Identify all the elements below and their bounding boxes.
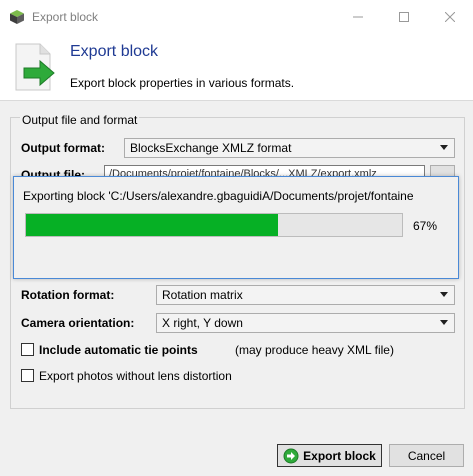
progress-dialog: Exporting block 'C:/Users/alexandre.gbag… <box>13 176 459 279</box>
dialog-title: Export block <box>70 43 159 60</box>
export-document-icon <box>15 43 55 91</box>
chevron-down-icon <box>440 292 448 297</box>
maximize-button[interactable] <box>381 0 427 34</box>
export-arrow-icon <box>283 448 299 463</box>
output-format-value: BlocksExchange XMLZ format <box>130 141 292 155</box>
app-cube-icon <box>10 10 24 24</box>
cancel-button[interactable]: Cancel <box>389 444 464 467</box>
chevron-down-icon <box>440 320 448 325</box>
photos-label: Export photos without lens distortion <box>39 369 232 383</box>
output-format-label: Output format: <box>21 141 105 155</box>
progress-message: Exporting block 'C:/Users/alexandre.gbag… <box>23 189 414 203</box>
chevron-down-icon <box>440 145 448 150</box>
minimize-button[interactable] <box>335 0 381 34</box>
rotation-format-value: Rotation matrix <box>162 288 243 302</box>
progress-percent: 67% <box>413 219 438 233</box>
tie-points-note: (may produce heavy XML file) <box>235 343 394 357</box>
title-bar: Export block <box>0 0 473 34</box>
window-title: Export block <box>32 10 99 24</box>
tie-points-label: Include automatic tie points <box>39 343 198 357</box>
minimize-icon <box>353 16 363 18</box>
dialog-header: Export block Export block properties in … <box>0 34 473 101</box>
maximize-icon <box>399 12 409 22</box>
export-block-label: Export block <box>303 448 376 463</box>
progress-bar <box>25 213 403 237</box>
camera-orientation-value: X right, Y down <box>162 316 243 330</box>
cancel-label: Cancel <box>407 448 446 463</box>
group-title: Output file and format <box>20 113 140 127</box>
rotation-format-select[interactable]: Rotation matrix <box>156 285 455 305</box>
dialog-description: Export block properties in various forma… <box>70 76 295 90</box>
close-button[interactable] <box>427 0 473 34</box>
close-icon <box>445 12 455 22</box>
camera-orientation-select[interactable]: X right, Y down <box>156 313 455 333</box>
rotation-format-label: Rotation format: <box>21 288 115 302</box>
photos-checkbox[interactable] <box>21 369 34 382</box>
camera-orientation-label: Camera orientation: <box>21 316 135 330</box>
tie-points-checkbox[interactable] <box>21 343 34 356</box>
export-block-button[interactable]: Export block <box>277 444 382 467</box>
output-format-select[interactable]: BlocksExchange XMLZ format <box>124 138 455 158</box>
progress-bar-fill <box>26 214 278 236</box>
